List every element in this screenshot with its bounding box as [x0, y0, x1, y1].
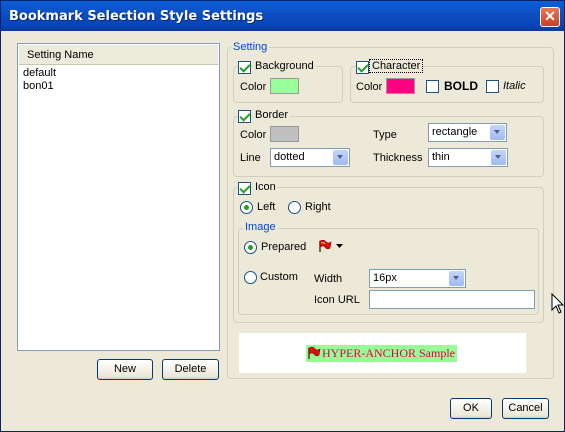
setting-group-label: Setting [231, 41, 270, 53]
border-type-label: Type [373, 129, 397, 141]
title-bar[interactable]: Bookmark Selection Style Settings ✕ [1, 1, 564, 31]
image-group-label: Image [243, 221, 278, 233]
chevron-down-icon[interactable] [449, 271, 464, 286]
border-thickness-value: thin [432, 151, 450, 163]
border-line-value: dotted [274, 151, 305, 163]
border-thickness-label: Thickness [373, 152, 423, 164]
width-select[interactable]: 16px [369, 269, 466, 288]
border-type-select[interactable]: rectangle [428, 123, 507, 142]
border-color-label: Color [240, 129, 267, 141]
border-checkbox[interactable] [238, 110, 251, 123]
border-line-select[interactable]: dotted [270, 148, 350, 167]
background-color-label: Color [240, 81, 267, 93]
list-item[interactable]: default [23, 67, 56, 79]
sample-text: HYPER-ANCHOR Sample [306, 345, 458, 362]
icon-url-input[interactable] [369, 290, 535, 309]
delete-button[interactable]: Delete [162, 359, 219, 380]
chevron-down-icon[interactable] [491, 150, 506, 165]
sample-preview: HYPER-ANCHOR Sample [239, 333, 526, 373]
icon-left-label: Left [257, 201, 276, 213]
background-checkbox[interactable] [238, 61, 251, 74]
ok-button[interactable]: OK [450, 398, 492, 419]
border-color-swatch[interactable] [270, 126, 299, 142]
icon-right-label: Right [305, 201, 331, 213]
sample-label: HYPER-ANCHOR Sample [322, 346, 456, 360]
prepared-label: Prepared [261, 241, 307, 253]
cancel-button[interactable]: Cancel [502, 398, 549, 419]
chevron-down-icon[interactable] [490, 125, 505, 140]
italic-checkbox[interactable] [486, 80, 499, 93]
red-flag-icon [308, 346, 321, 359]
settings-dialog: Bookmark Selection Style Settings ✕ Sett… [0, 0, 565, 432]
red-flag-icon[interactable] [318, 239, 332, 253]
close-button[interactable]: ✕ [540, 7, 560, 27]
new-button[interactable]: New [97, 359, 153, 380]
icon-label: Icon [253, 181, 278, 193]
background-label: Background [253, 60, 316, 72]
border-type-value: rectangle [432, 126, 478, 138]
icon-right-radio[interactable] [288, 201, 301, 214]
list-item[interactable]: bon01 [23, 80, 54, 92]
bold-label: BOLD [444, 79, 478, 93]
icon-left-radio[interactable] [240, 201, 253, 214]
character-label: Character [368, 59, 424, 73]
list-header[interactable]: Setting Name [19, 45, 218, 65]
character-color-swatch[interactable] [386, 78, 415, 94]
border-label: Border [253, 109, 291, 121]
character-color-label: Color [356, 81, 383, 93]
setting-list[interactable]: Setting Name default bon01 [17, 43, 220, 351]
dropdown-arrow-icon[interactable] [336, 244, 343, 249]
icon-url-label: Icon URL [314, 294, 360, 306]
prepared-radio[interactable] [244, 241, 257, 254]
width-label: Width [314, 273, 343, 285]
border-thickness-select[interactable]: thin [428, 148, 508, 167]
width-value: 16px [373, 272, 397, 284]
border-line-label: Line [240, 152, 261, 164]
custom-radio[interactable] [244, 271, 257, 284]
background-color-swatch[interactable] [270, 78, 299, 94]
icon-checkbox[interactable] [238, 182, 251, 195]
character-checkbox[interactable] [356, 61, 369, 74]
chevron-down-icon[interactable] [333, 150, 348, 165]
window-title: Bookmark Selection Style Settings [9, 9, 264, 24]
custom-label: Custom [260, 271, 298, 283]
italic-label: Italic [503, 80, 526, 92]
mouse-cursor-icon [551, 293, 565, 314]
bold-checkbox[interactable] [426, 80, 439, 93]
